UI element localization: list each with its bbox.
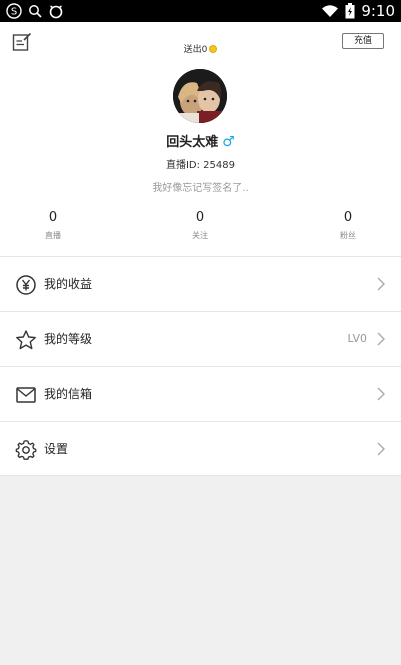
stat-following[interactable]: 0 关注 <box>160 210 240 241</box>
signature[interactable]: 我好像忘记写签名了.. <box>0 179 401 194</box>
menu-item-label: 设置 <box>44 442 69 456</box>
chevron-right-icon <box>377 387 385 401</box>
stat-following-count: 0 <box>195 210 205 225</box>
avatar[interactable] <box>173 69 227 123</box>
chevron-right-icon <box>377 332 385 346</box>
menu-item-income[interactable]: 我的收益 <box>0 256 401 311</box>
menu-item-settings[interactable]: 设置 <box>0 421 401 476</box>
mail-icon <box>16 387 36 403</box>
male-icon: ♂ <box>222 134 235 150</box>
username: 回头太难 ♂ <box>0 131 401 150</box>
status-bar: S 9:10 <box>0 0 401 22</box>
wifi-icon <box>322 5 339 17</box>
live-id: 直播ID: 25489 <box>165 160 235 171</box>
income-icon <box>16 275 36 295</box>
sogou-icon: S <box>6 3 22 19</box>
stat-following-label: 关注 <box>192 231 208 240</box>
username-text: 回头太难 <box>166 135 219 150</box>
avatar-image <box>173 69 227 123</box>
menu-item-label: 我的等级 <box>44 332 93 346</box>
stat-fans-label: 粉丝 <box>340 231 356 240</box>
stat-fans-count: 0 <box>343 210 353 225</box>
svg-text:S: S <box>11 7 17 18</box>
menu-item-label: 我的收益 <box>44 277 93 291</box>
coins-sent: 送出0 <box>0 42 401 55</box>
clock-time: 9:10 <box>361 2 395 20</box>
chevron-right-icon <box>377 277 385 291</box>
menu-item-label: 我的信箱 <box>44 387 93 401</box>
menu-item-value: LV0 <box>347 332 367 345</box>
app-icon <box>49 5 63 19</box>
stats-row: 0 直播 0 关注 0 粉丝 <box>0 210 401 250</box>
search-icon <box>29 5 42 18</box>
stat-fans[interactable]: 0 粉丝 <box>308 210 388 241</box>
settings-icon <box>15 440 37 460</box>
menu-item-mailbox[interactable]: 我的信箱 <box>0 366 401 421</box>
stat-live-count: 0 <box>48 210 58 225</box>
profile-header: 送出0 充值 回头太难 ♂ 直播ID: 25489 我好像忘记写签名了.. 0 直… <box>0 22 401 256</box>
battery-icon <box>345 3 355 19</box>
stat-live[interactable]: 0 直播 <box>13 210 93 241</box>
menu-item-level[interactable]: 我的等级 LV0 <box>0 311 401 366</box>
stat-live-label: 直播 <box>45 231 61 240</box>
chevron-right-icon <box>377 442 385 456</box>
coin-icon <box>209 45 218 53</box>
star-icon <box>16 330 36 350</box>
coins-label: 送出0 <box>183 45 208 55</box>
recharge-button[interactable]: 充值 <box>342 33 384 49</box>
menu-list: 我的收益 我的等级 LV0 我的信箱 设置 <box>0 256 401 476</box>
